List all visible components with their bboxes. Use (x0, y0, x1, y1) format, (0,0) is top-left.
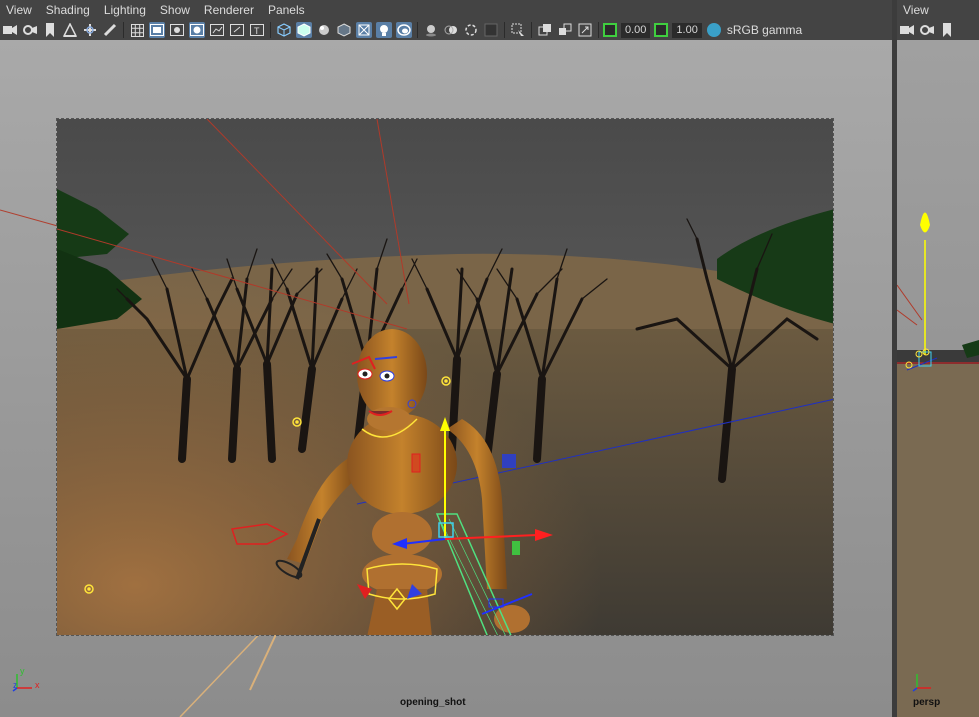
toolbar-separator (598, 22, 599, 38)
toolbar-separator (123, 22, 124, 38)
safe-action-icon[interactable] (229, 22, 245, 38)
perspective-viewport[interactable]: persp (897, 40, 979, 717)
camera-attributes-icon[interactable] (22, 22, 38, 38)
panel-menubar: View Shading Lighting Show Renderer Pane… (0, 0, 892, 20)
motion-blur-icon[interactable] (443, 22, 459, 38)
toolbar-separator (417, 22, 418, 38)
resolution-gate-icon[interactable] (169, 22, 185, 38)
field-chart-icon[interactable] (209, 22, 225, 38)
side-bookmark-icon[interactable] (939, 22, 955, 38)
xray-active-components-icon[interactable] (557, 22, 573, 38)
main-3d-viewport[interactable]: y x z opening_shot (0, 40, 892, 717)
film-gate-icon[interactable] (149, 22, 165, 38)
side-toolbar (897, 20, 979, 40)
screen-space-ao-icon[interactable] (423, 22, 439, 38)
menu-show[interactable]: Show (154, 0, 198, 20)
svg-text:T: T (254, 26, 260, 36)
backface-culling-icon[interactable] (577, 22, 593, 38)
menu-view[interactable]: View (0, 0, 40, 20)
color-management-icon[interactable] (706, 23, 721, 37)
use-all-lights-icon[interactable] (376, 22, 392, 38)
toolbar-separator (504, 22, 505, 38)
toolbar-separator (270, 22, 271, 38)
menu-shading[interactable]: Shading (40, 0, 98, 20)
smooth-shade-icon[interactable] (296, 22, 312, 38)
gate-mask-icon[interactable] (189, 22, 205, 38)
two-d-pan-zoom-icon[interactable] (82, 22, 98, 38)
main-viewport-panel: View Shading Lighting Show Renderer Pane… (0, 0, 892, 717)
menu-lighting[interactable]: Lighting (98, 0, 154, 20)
persp-camera-name: persp (913, 697, 941, 708)
depth-of-field-icon[interactable] (483, 22, 499, 38)
select-camera-icon[interactable] (2, 22, 18, 38)
xray-joints-icon[interactable] (537, 22, 553, 38)
exposure-field[interactable]: 0.00 (621, 22, 651, 38)
xray-icon[interactable] (356, 22, 372, 38)
side-menu-view[interactable]: View (897, 0, 937, 20)
grease-pencil-icon[interactable] (102, 22, 118, 38)
side-camera-attributes-icon[interactable] (919, 22, 935, 38)
color-space-dropdown[interactable]: sRGB gamma (723, 23, 804, 37)
panel-toolbar: T 0.00 1.00 sRGB gamma (0, 20, 892, 40)
rendered-scene (57, 119, 833, 635)
gamma-icon[interactable] (654, 23, 669, 37)
gamma-field[interactable]: 1.00 (672, 22, 702, 38)
shadows-icon[interactable] (396, 22, 412, 38)
wireframe-icon[interactable] (276, 22, 292, 38)
bookmark-icon[interactable] (42, 22, 58, 38)
menu-panels[interactable]: Panels (262, 0, 313, 20)
camera-resolution-gate (56, 118, 834, 636)
exposure-icon[interactable] (603, 23, 617, 37)
viewport-camera-name: opening_shot (400, 697, 466, 708)
side-menubar: View (897, 0, 979, 20)
default-material-icon[interactable] (316, 22, 332, 38)
safe-title-icon[interactable]: T (249, 22, 265, 38)
axis-gizmo-icon (12, 674, 32, 692)
grid-icon[interactable] (129, 22, 145, 38)
secondary-viewport-panel: View persp (897, 0, 979, 717)
isolate-select-icon[interactable] (510, 22, 526, 38)
multisample-aa-icon[interactable] (463, 22, 479, 38)
wireframe-on-shaded-icon[interactable] (336, 22, 352, 38)
toolbar-separator (531, 22, 532, 38)
persp-scene (897, 212, 979, 717)
menu-renderer[interactable]: Renderer (198, 0, 262, 20)
image-plane-icon[interactable] (62, 22, 78, 38)
side-select-camera-icon[interactable] (899, 22, 915, 38)
